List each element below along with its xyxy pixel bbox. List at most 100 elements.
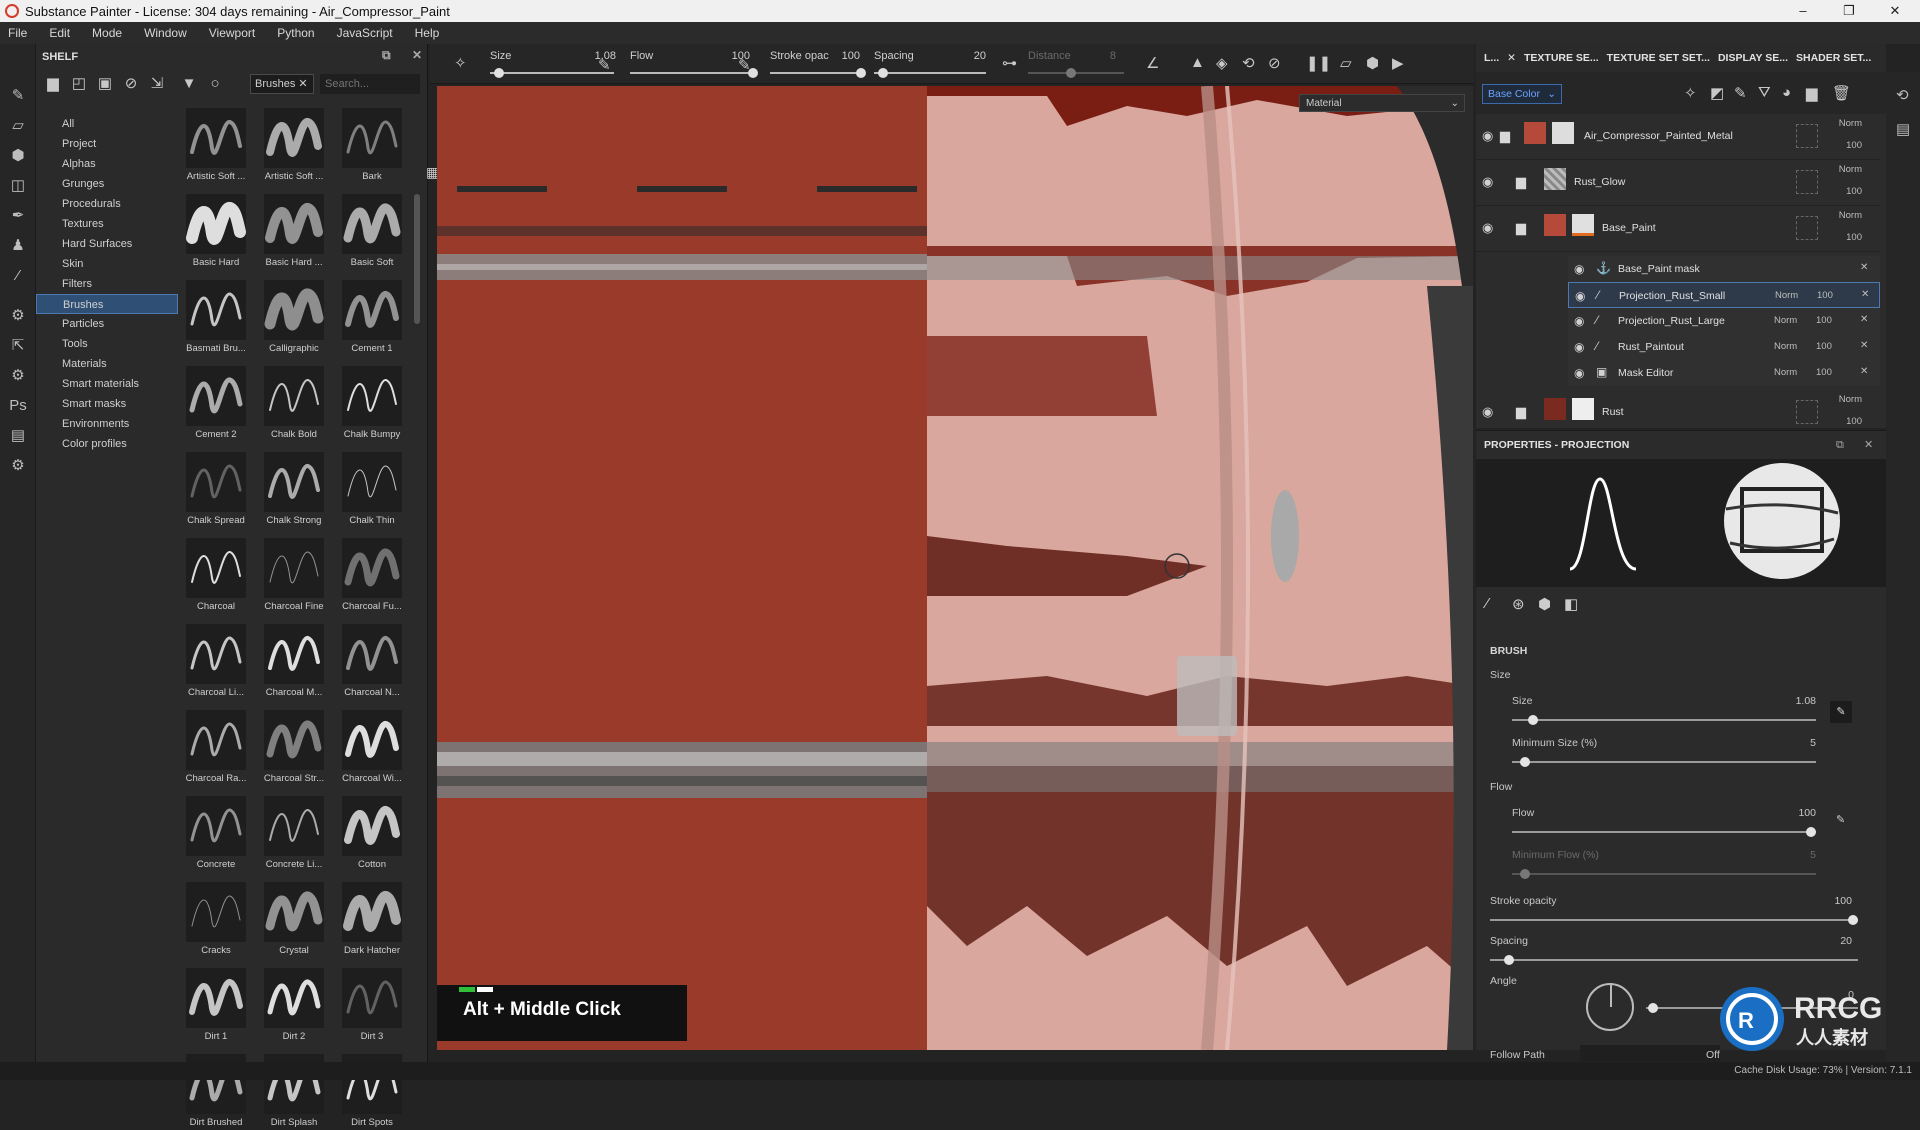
- folder-icon[interactable]: ▆: [40, 74, 66, 92]
- shelf-category-project[interactable]: Project: [36, 134, 178, 154]
- layer-row[interactable]: ◉ ▆ Base_Paint Norm 100: [1476, 206, 1880, 252]
- shelf-category-filters[interactable]: Filters: [36, 274, 178, 294]
- brush-item[interactable]: Calligraphic: [260, 280, 328, 356]
- brush-item[interactable]: Dirt 1: [182, 968, 250, 1044]
- remove-icon[interactable]: ✕: [1860, 262, 1868, 273]
- shelf-scrollbar[interactable]: [414, 194, 420, 324]
- brush-item[interactable]: Chalk Thin: [338, 452, 406, 528]
- flow-pressure-icon[interactable]: ✎: [1836, 813, 1845, 826]
- stroke-opacity-knob[interactable]: [1848, 915, 1858, 925]
- brush-item[interactable]: Dirt 2: [260, 968, 328, 1044]
- blend-mode-select[interactable]: Norm: [1775, 290, 1798, 301]
- settings-icon[interactable]: ⚙: [0, 360, 36, 390]
- alpha-tab-icon[interactable]: ◧: [1564, 595, 1578, 613]
- min-size-knob[interactable]: [1520, 757, 1530, 767]
- delete-layer-icon[interactable]: 🗑: [1832, 84, 1851, 102]
- layer-row[interactable]: ◉ ▆ Air_Compressor_Painted_Metal Norm 10…: [1476, 114, 1880, 160]
- min-size-slider[interactable]: [1512, 761, 1816, 763]
- brush-item[interactable]: Cotton: [338, 796, 406, 872]
- angle-knob[interactable]: [1648, 1003, 1658, 1013]
- sublayer-row[interactable]: ◉ ⁄ Projection_Rust_Large Norm 100 ✕: [1568, 308, 1880, 334]
- stroke-opacity-value[interactable]: 100: [1812, 895, 1852, 907]
- sublayer-row[interactable]: ◉ ⁄ Rust_Paintout Norm 100 ✕: [1568, 334, 1880, 360]
- add-fill-layer-icon[interactable]: ⛛: [1758, 84, 1771, 101]
- angle-icon[interactable]: ∠: [1146, 54, 1159, 72]
- brush-item[interactable]: Charcoal M...: [260, 624, 328, 700]
- paint-brush-icon[interactable]: ✎: [0, 80, 36, 110]
- add-effect-icon[interactable]: ✧: [1684, 84, 1697, 102]
- shelf-category-textures[interactable]: Textures: [36, 214, 178, 234]
- hide-ui-icon[interactable]: ⊘: [1268, 54, 1281, 72]
- min-size-value[interactable]: 5: [1776, 737, 1816, 749]
- remove-icon[interactable]: ✕: [1860, 366, 1868, 377]
- ctx-stroke-value[interactable]: 100: [830, 50, 860, 62]
- shelf-category-smart-masks[interactable]: Smart masks: [36, 394, 178, 414]
- follow-path-toggle[interactable]: [1580, 1045, 1720, 1061]
- brush-item[interactable]: Crystal: [260, 882, 328, 958]
- min-flow-value[interactable]: 5: [1776, 849, 1816, 861]
- camera-icon[interactable]: ▶: [1392, 54, 1404, 72]
- float-icon[interactable]: ⧉: [382, 48, 391, 63]
- ctx-stroke-slider[interactable]: [770, 72, 862, 74]
- opacity-value[interactable]: 100: [1846, 232, 1862, 243]
- 2d-view-icon[interactable]: ▱: [1340, 54, 1352, 72]
- size-slider[interactable]: [1512, 719, 1816, 721]
- visibility-eye-icon[interactable]: ◉: [1482, 220, 1493, 236]
- brush-item[interactable]: Charcoal N...: [338, 624, 406, 700]
- visibility-eye-icon[interactable]: ◉: [1574, 262, 1584, 276]
- circle-filter-icon[interactable]: ○: [202, 75, 228, 92]
- brush-item[interactable]: Dirt 3: [338, 968, 406, 1044]
- ctx-distance-slider[interactable]: [1028, 72, 1124, 74]
- remove-icon[interactable]: ✕: [1861, 289, 1869, 300]
- bake-icon[interactable]: ⚙: [0, 300, 36, 330]
- brush-item[interactable]: Artistic Soft ...: [260, 108, 328, 184]
- mirror-icon[interactable]: ▲: [1190, 54, 1205, 71]
- angle-dial[interactable]: [1586, 983, 1634, 1031]
- clone-stamp-icon[interactable]: ♟: [0, 230, 36, 260]
- mask-slot[interactable]: [1796, 400, 1818, 424]
- ctx-spacing-value[interactable]: 20: [956, 50, 986, 62]
- projection-icon[interactable]: ⬢: [0, 140, 36, 170]
- flow-slider[interactable]: [1512, 831, 1816, 833]
- mask-slot[interactable]: [1796, 124, 1818, 148]
- material-dropdown[interactable]: Material ⌄: [1299, 94, 1465, 112]
- stroke-opacity-slider[interactable]: [1490, 919, 1858, 921]
- ctx-size-knob[interactable]: [494, 68, 504, 78]
- ctx-distance-value[interactable]: 8: [1086, 50, 1116, 62]
- flow-knob[interactable]: [1806, 827, 1816, 837]
- shelf-search-input[interactable]: [320, 74, 420, 94]
- filter-icon[interactable]: ▼: [176, 75, 202, 92]
- menu-viewport[interactable]: Viewport: [209, 26, 255, 40]
- sublayer-row-selected[interactable]: ◉ ⁄ Projection_Rust_Small Norm 100 ✕: [1568, 282, 1880, 308]
- mask-slot[interactable]: [1796, 170, 1818, 194]
- shelf-category-all[interactable]: All: [36, 114, 178, 134]
- document-icon[interactable]: ▤: [0, 420, 36, 450]
- blend-mode-select[interactable]: Norm: [1839, 394, 1862, 405]
- brush-item[interactable]: Concrete: [182, 796, 250, 872]
- shelf-category-materials[interactable]: Materials: [36, 354, 178, 374]
- shelf-category-smart-materials[interactable]: Smart materials: [36, 374, 178, 394]
- menu-mode[interactable]: Mode: [92, 26, 122, 40]
- visibility-eye-icon[interactable]: ◉: [1482, 404, 1493, 420]
- opacity-value[interactable]: 100: [1846, 416, 1862, 427]
- polygon-fill-icon[interactable]: ◫: [0, 170, 36, 200]
- menu-python[interactable]: Python: [277, 26, 314, 40]
- brush-item[interactable]: Dark Hatcher: [338, 882, 406, 958]
- minimize-button[interactable]: –: [1780, 0, 1826, 22]
- menu-window[interactable]: Window: [144, 26, 187, 40]
- float-icon[interactable]: ⧉: [1836, 439, 1844, 452]
- blend-mode-select[interactable]: Norm: [1839, 210, 1862, 221]
- stencil-tab-icon[interactable]: ⬢: [1538, 595, 1551, 613]
- viewport[interactable]: Material ⌄: [437, 86, 1473, 1050]
- blend-mode-select[interactable]: Norm: [1774, 367, 1797, 378]
- brush-item[interactable]: Concrete Li...: [260, 796, 328, 872]
- 3d-view-icon[interactable]: ⬢: [1366, 54, 1379, 72]
- ctx-spacing-slider[interactable]: [874, 72, 986, 74]
- size-knob[interactable]: [1528, 715, 1538, 725]
- viewport-3d-model[interactable]: [927, 86, 1473, 1050]
- tab-shader-settings[interactable]: SHADER SET...: [1796, 52, 1871, 64]
- add-mask-icon[interactable]: ◩: [1710, 84, 1724, 102]
- min-flow-knob[interactable]: [1520, 869, 1530, 879]
- brush-item[interactable]: Basic Soft: [338, 194, 406, 270]
- brush-item[interactable]: Charcoal Wi...: [338, 710, 406, 786]
